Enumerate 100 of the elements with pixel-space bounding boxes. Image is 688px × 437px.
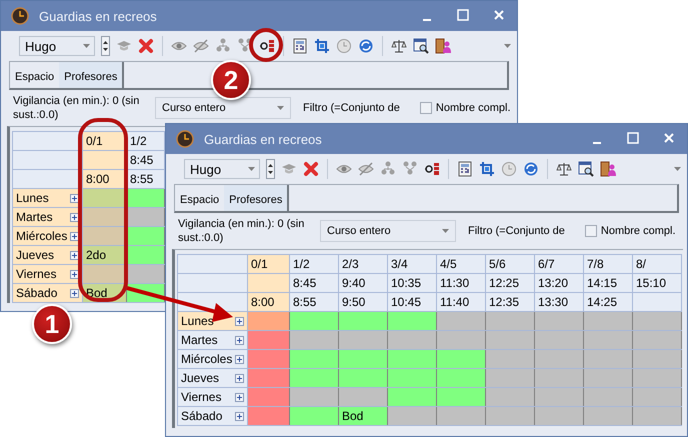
schedule-cell[interactable] — [388, 350, 436, 368]
bars-icon[interactable] — [259, 38, 275, 54]
schedule-cell[interactable] — [388, 388, 436, 406]
schedule-cell[interactable] — [248, 350, 290, 368]
schedule-cell[interactable] — [632, 312, 682, 330]
expand-icon[interactable] — [70, 288, 79, 298]
delete-icon[interactable] — [303, 161, 319, 177]
window-search-icon[interactable] — [578, 161, 594, 177]
scales-icon[interactable] — [556, 161, 572, 177]
schedule-cell[interactable] — [290, 312, 338, 330]
group-icon[interactable] — [237, 38, 253, 54]
schedule-cell[interactable] — [126, 226, 164, 246]
schedule-cell[interactable] — [126, 246, 164, 264]
expand-icon[interactable] — [70, 232, 79, 240]
schedule-cell[interactable] — [290, 388, 338, 406]
door-person-icon[interactable] — [435, 38, 451, 54]
schedule-cell[interactable] — [126, 264, 164, 284]
schedule-cell[interactable] — [290, 368, 338, 388]
teacher-select[interactable]: Hugo — [19, 36, 95, 56]
expand-icon[interactable] — [70, 212, 79, 222]
tab[interactable]: Profesores — [224, 185, 290, 211]
overflow-caret-icon[interactable] — [504, 44, 511, 48]
people-icon[interactable] — [215, 38, 231, 54]
schedule-cell[interactable] — [338, 330, 388, 350]
schedule-cell[interactable] — [584, 350, 632, 368]
period-select[interactable]: Curso entero — [320, 220, 456, 242]
row-header[interactable]: Sábado — [12, 284, 82, 302]
spin-icon[interactable] — [101, 36, 110, 56]
schedule-cell[interactable] — [338, 368, 388, 388]
schedule-cell[interactable] — [290, 406, 338, 426]
expand-icon[interactable] — [235, 316, 244, 326]
schedule-cell[interactable] — [584, 388, 632, 406]
period-select[interactable]: Curso entero — [155, 97, 291, 119]
schedule-cell[interactable] — [534, 406, 584, 426]
scales-icon[interactable] — [391, 38, 407, 54]
schedule-cell[interactable] — [248, 388, 290, 406]
schedule-cell[interactable] — [632, 406, 682, 426]
schedule-cell[interactable] — [486, 388, 534, 406]
schedule-cell[interactable] — [534, 368, 584, 388]
row-header[interactable]: Viernes — [178, 388, 248, 406]
schedule-cell[interactable] — [248, 406, 290, 426]
schedule-cell[interactable] — [534, 350, 584, 368]
schedule-cell[interactable] — [486, 368, 534, 388]
schedule-cell[interactable] — [534, 312, 584, 330]
schedule-cell[interactable] — [534, 330, 584, 350]
crop-icon[interactable] — [314, 38, 330, 54]
schedule-cell[interactable] — [584, 368, 632, 388]
schedule-cell[interactable] — [632, 330, 682, 350]
schedule-cell[interactable] — [436, 330, 486, 350]
schedule-cell[interactable] — [338, 350, 388, 368]
checkbox[interactable] — [420, 102, 432, 114]
calculator-icon[interactable] — [292, 38, 308, 54]
schedule-cell[interactable] — [388, 406, 436, 426]
checkbox-label[interactable]: Nombre compl. — [600, 225, 676, 237]
schedule-cell[interactable] — [436, 350, 486, 368]
row-header[interactable]: Martes — [178, 330, 248, 350]
expand-icon[interactable] — [235, 392, 244, 402]
people-icon[interactable] — [380, 161, 396, 177]
schedule-cell[interactable] — [486, 350, 534, 368]
schedule-cell[interactable] — [632, 388, 682, 406]
schedule-cell[interactable] — [338, 388, 388, 406]
expand-icon[interactable] — [70, 250, 79, 260]
row-header[interactable]: Miércoles — [178, 350, 248, 368]
schedule-cell[interactable] — [436, 388, 486, 406]
schedule-cell[interactable] — [436, 312, 486, 330]
bars-icon[interactable] — [424, 161, 440, 177]
row-header[interactable]: Sábado — [178, 406, 248, 426]
window-search-icon[interactable] — [413, 38, 429, 54]
teacher-select[interactable]: Hugo — [184, 159, 260, 179]
tab[interactable]: Profesores — [59, 62, 124, 88]
schedule-cell[interactable] — [290, 350, 338, 368]
eye-crossed-icon[interactable] — [358, 161, 374, 177]
expand-icon[interactable] — [235, 336, 244, 344]
refresh-icon[interactable] — [358, 38, 374, 54]
schedule-cell[interactable] — [584, 330, 632, 350]
schedule-cell[interactable] — [248, 312, 290, 330]
expand-icon[interactable] — [70, 194, 79, 202]
schedule-cell[interactable] — [632, 350, 682, 368]
schedule-cell[interactable] — [338, 312, 388, 330]
schedule-cell[interactable] — [486, 312, 534, 330]
schedule-cell[interactable] — [486, 406, 534, 426]
spin-icon[interactable] — [266, 159, 275, 179]
expand-icon[interactable] — [235, 374, 244, 382]
schedule-cell[interactable] — [584, 312, 632, 330]
schedule-cell[interactable] — [436, 406, 486, 426]
schedule-cell[interactable]: Bod — [338, 406, 388, 426]
clock-icon[interactable] — [501, 161, 517, 177]
delete-icon[interactable] — [138, 38, 154, 54]
expand-icon[interactable] — [235, 412, 244, 420]
checkbox[interactable] — [584, 225, 597, 237]
schedule-cell[interactable] — [388, 330, 436, 350]
schedule-cell[interactable] — [126, 208, 164, 226]
schedule-cell[interactable] — [290, 330, 338, 350]
schedule-cell[interactable] — [534, 388, 584, 406]
row-header[interactable]: Jueves — [178, 368, 248, 388]
schedule-cell[interactable] — [388, 312, 436, 330]
clock-icon[interactable] — [336, 38, 352, 54]
overflow-caret-icon[interactable] — [674, 167, 681, 171]
schedule-cell[interactable] — [126, 188, 164, 208]
schedule-cell[interactable] — [248, 368, 290, 388]
